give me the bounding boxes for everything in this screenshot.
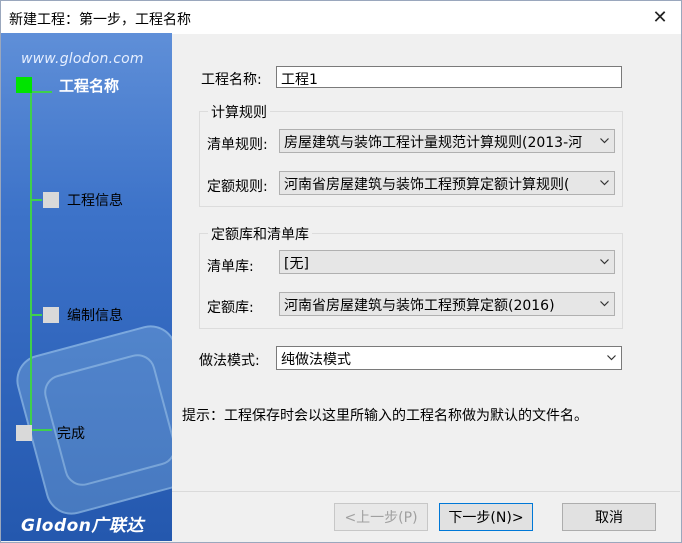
title-bar: 新建工程：第一步，工程名称 ✕	[1, 1, 681, 34]
quota-rule-value: 河南省房屋建筑与装饰工程预算定额计算规则(	[284, 177, 570, 193]
cancel-button[interactable]: 取消	[562, 503, 656, 531]
bill-rule-label: 清单规则:	[207, 137, 268, 153]
chevron-down-icon	[607, 355, 616, 361]
chevron-down-icon	[600, 259, 609, 265]
wizard-step-finish: 完成	[1, 421, 172, 445]
step-label: 编制信息	[67, 308, 123, 324]
wizard-step-compile-info: 编制信息	[1, 303, 172, 327]
step-active-marker-icon	[16, 77, 32, 93]
chevron-down-icon	[600, 138, 609, 144]
project-name-label: 工程名称:	[201, 72, 262, 88]
quota-lib-select[interactable]: 河南省房屋建筑与装饰工程预算定额(2016)	[279, 292, 615, 316]
project-name-input[interactable]: 工程1	[276, 66, 622, 88]
group-title: 计算规则	[208, 102, 270, 122]
method-mode-value: 纯做法模式	[281, 352, 351, 368]
wizard-sidebar: www.glodon.com 工程名称 工程信息 编制信息 完成 Glodon广…	[1, 33, 172, 541]
next-step-button[interactable]: 下一步(N)>	[439, 503, 533, 531]
bill-lib-value: [无]	[284, 256, 309, 272]
close-icon[interactable]: ✕	[645, 3, 675, 31]
quota-rule-label: 定额规则:	[207, 179, 268, 195]
quota-lib-label: 定额库:	[207, 300, 254, 316]
chevron-down-icon	[600, 301, 609, 307]
prev-step-button[interactable]: <上一步(P)	[334, 503, 428, 531]
bill-lib-select[interactable]: [无]	[279, 250, 615, 274]
group-title: 定额库和清单库	[208, 224, 312, 244]
method-mode-label: 做法模式:	[199, 353, 260, 369]
quota-lib-value: 河南省房屋建筑与装饰工程预算定额(2016)	[284, 298, 555, 314]
step-label: 完成	[57, 426, 85, 442]
bill-rule-select[interactable]: 房屋建筑与装饰工程计量规范计算规则(2013-河	[279, 129, 615, 153]
quota-rule-select[interactable]: 河南省房屋建筑与装饰工程预算定额计算规则(	[279, 171, 615, 195]
step-marker-icon	[43, 307, 59, 323]
hint-text: 提示：工程保存时会以这里所输入的工程名称做为默认的文件名。	[182, 408, 588, 424]
wizard-step-project-info: 工程信息	[1, 188, 172, 212]
chevron-down-icon	[600, 180, 609, 186]
step-marker-icon	[16, 425, 32, 441]
method-mode-select[interactable]: 纯做法模式	[276, 346, 622, 370]
wizard-step-project-name: 工程名称	[1, 73, 172, 97]
bill-lib-label: 清单库:	[207, 259, 254, 275]
dialog-title: 新建工程：第一步，工程名称	[9, 12, 191, 28]
step-label: 工程名称	[59, 76, 120, 95]
bill-rule-value: 房屋建筑与装饰工程计量规范计算规则(2013-河	[284, 135, 583, 151]
brand-url: www.glodon.com	[21, 51, 144, 67]
step-connector-line	[30, 91, 32, 429]
step-marker-icon	[43, 192, 59, 208]
step-label: 工程信息	[67, 193, 123, 209]
glodon-logo: Glodon广联达	[21, 516, 144, 536]
